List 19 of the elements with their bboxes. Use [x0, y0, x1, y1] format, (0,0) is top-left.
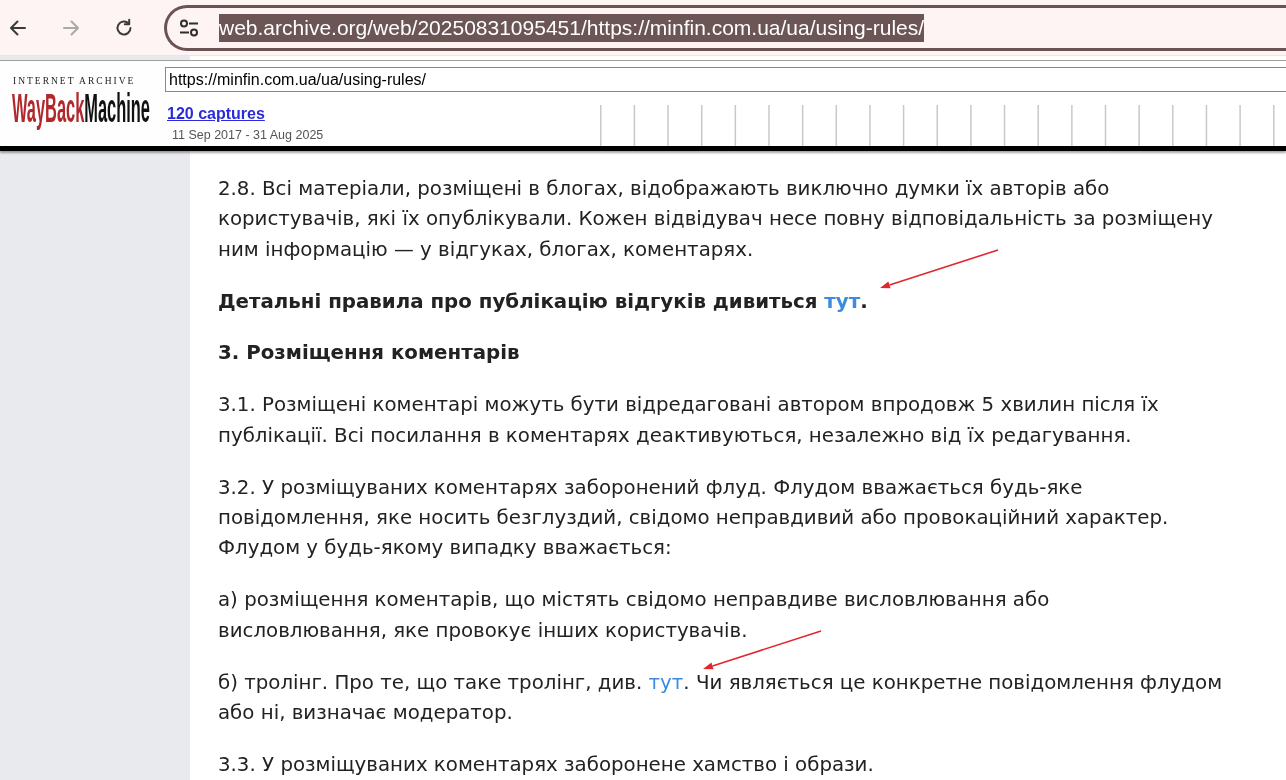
paragraph: а) розміщення коментарів, що містять свідомо неправдиве висловлювання або висловлювання, яке провокує інших користувачів. [218, 587, 1051, 644]
sliders-icon[interactable] [179, 18, 199, 37]
address-bar[interactable]: web.archive.org/web/20250831095451/https://minfin.com.ua/ua/using-rules/ [164, 4, 1286, 51]
link[interactable]: тут [648, 670, 684, 694]
link[interactable]: тут [824, 289, 861, 313]
paragraph: 3.3. У розміщуваних коментарях заборонене хамство і образи. [218, 752, 875, 778]
captures-link[interactable]: 120 captures [167, 104, 265, 124]
section-heading: 3. Розміщення коментарів [218, 340, 521, 367]
paragraph: 3.1. Розміщені коментарі можуть бути відредаговані автором впродовж 5 хвилин після їх публікації. Всі посилання в коментарях деактивуються, незалежно від їх редагування. [218, 392, 1160, 449]
reload-icon[interactable] [114, 17, 134, 38]
paragraph: Детальні правила про публікацію відгуків дивиться тут. [218, 286, 1266, 317]
date-range-text: 11 Sep 2017 - 31 Aug 2025 [171, 128, 324, 142]
url-input-field[interactable]: https://minfin.com.ua/ua/using-rules/ [165, 67, 1286, 92]
logo-caption: INTERNET ARCHIVE [13, 75, 137, 87]
paragraph: 3.2. У розміщуваних коментарях заборонений флуд. Флудом вважається будь-яке повідомлення, яке носить безглуздий, свідомо неправдивий або провокаційний характер. Флудом у будь-якому випадку вважається: [218, 474, 1170, 562]
paragraph: б) тролінг. Про те, що таке тролінг, див. тут. Чи являється це конкретне повідомлення флудом або ні, визначає модератор. [218, 667, 1266, 729]
paragraph: 2.8. Всі матеріали, розміщені в блогах, відображають виключно думки їх авторів або користувачів, які їх опублікували. Кожен відвідувач несе повну відповідальність за розміщену ним інформацію — у відгуках, блогах, коментарях. [218, 175, 1214, 263]
url-text: web.archive.org/web/20250831095451/https://minfin.com.ua/ua/using-rules/ [219, 13, 925, 42]
back-icon[interactable] [8, 17, 28, 38]
